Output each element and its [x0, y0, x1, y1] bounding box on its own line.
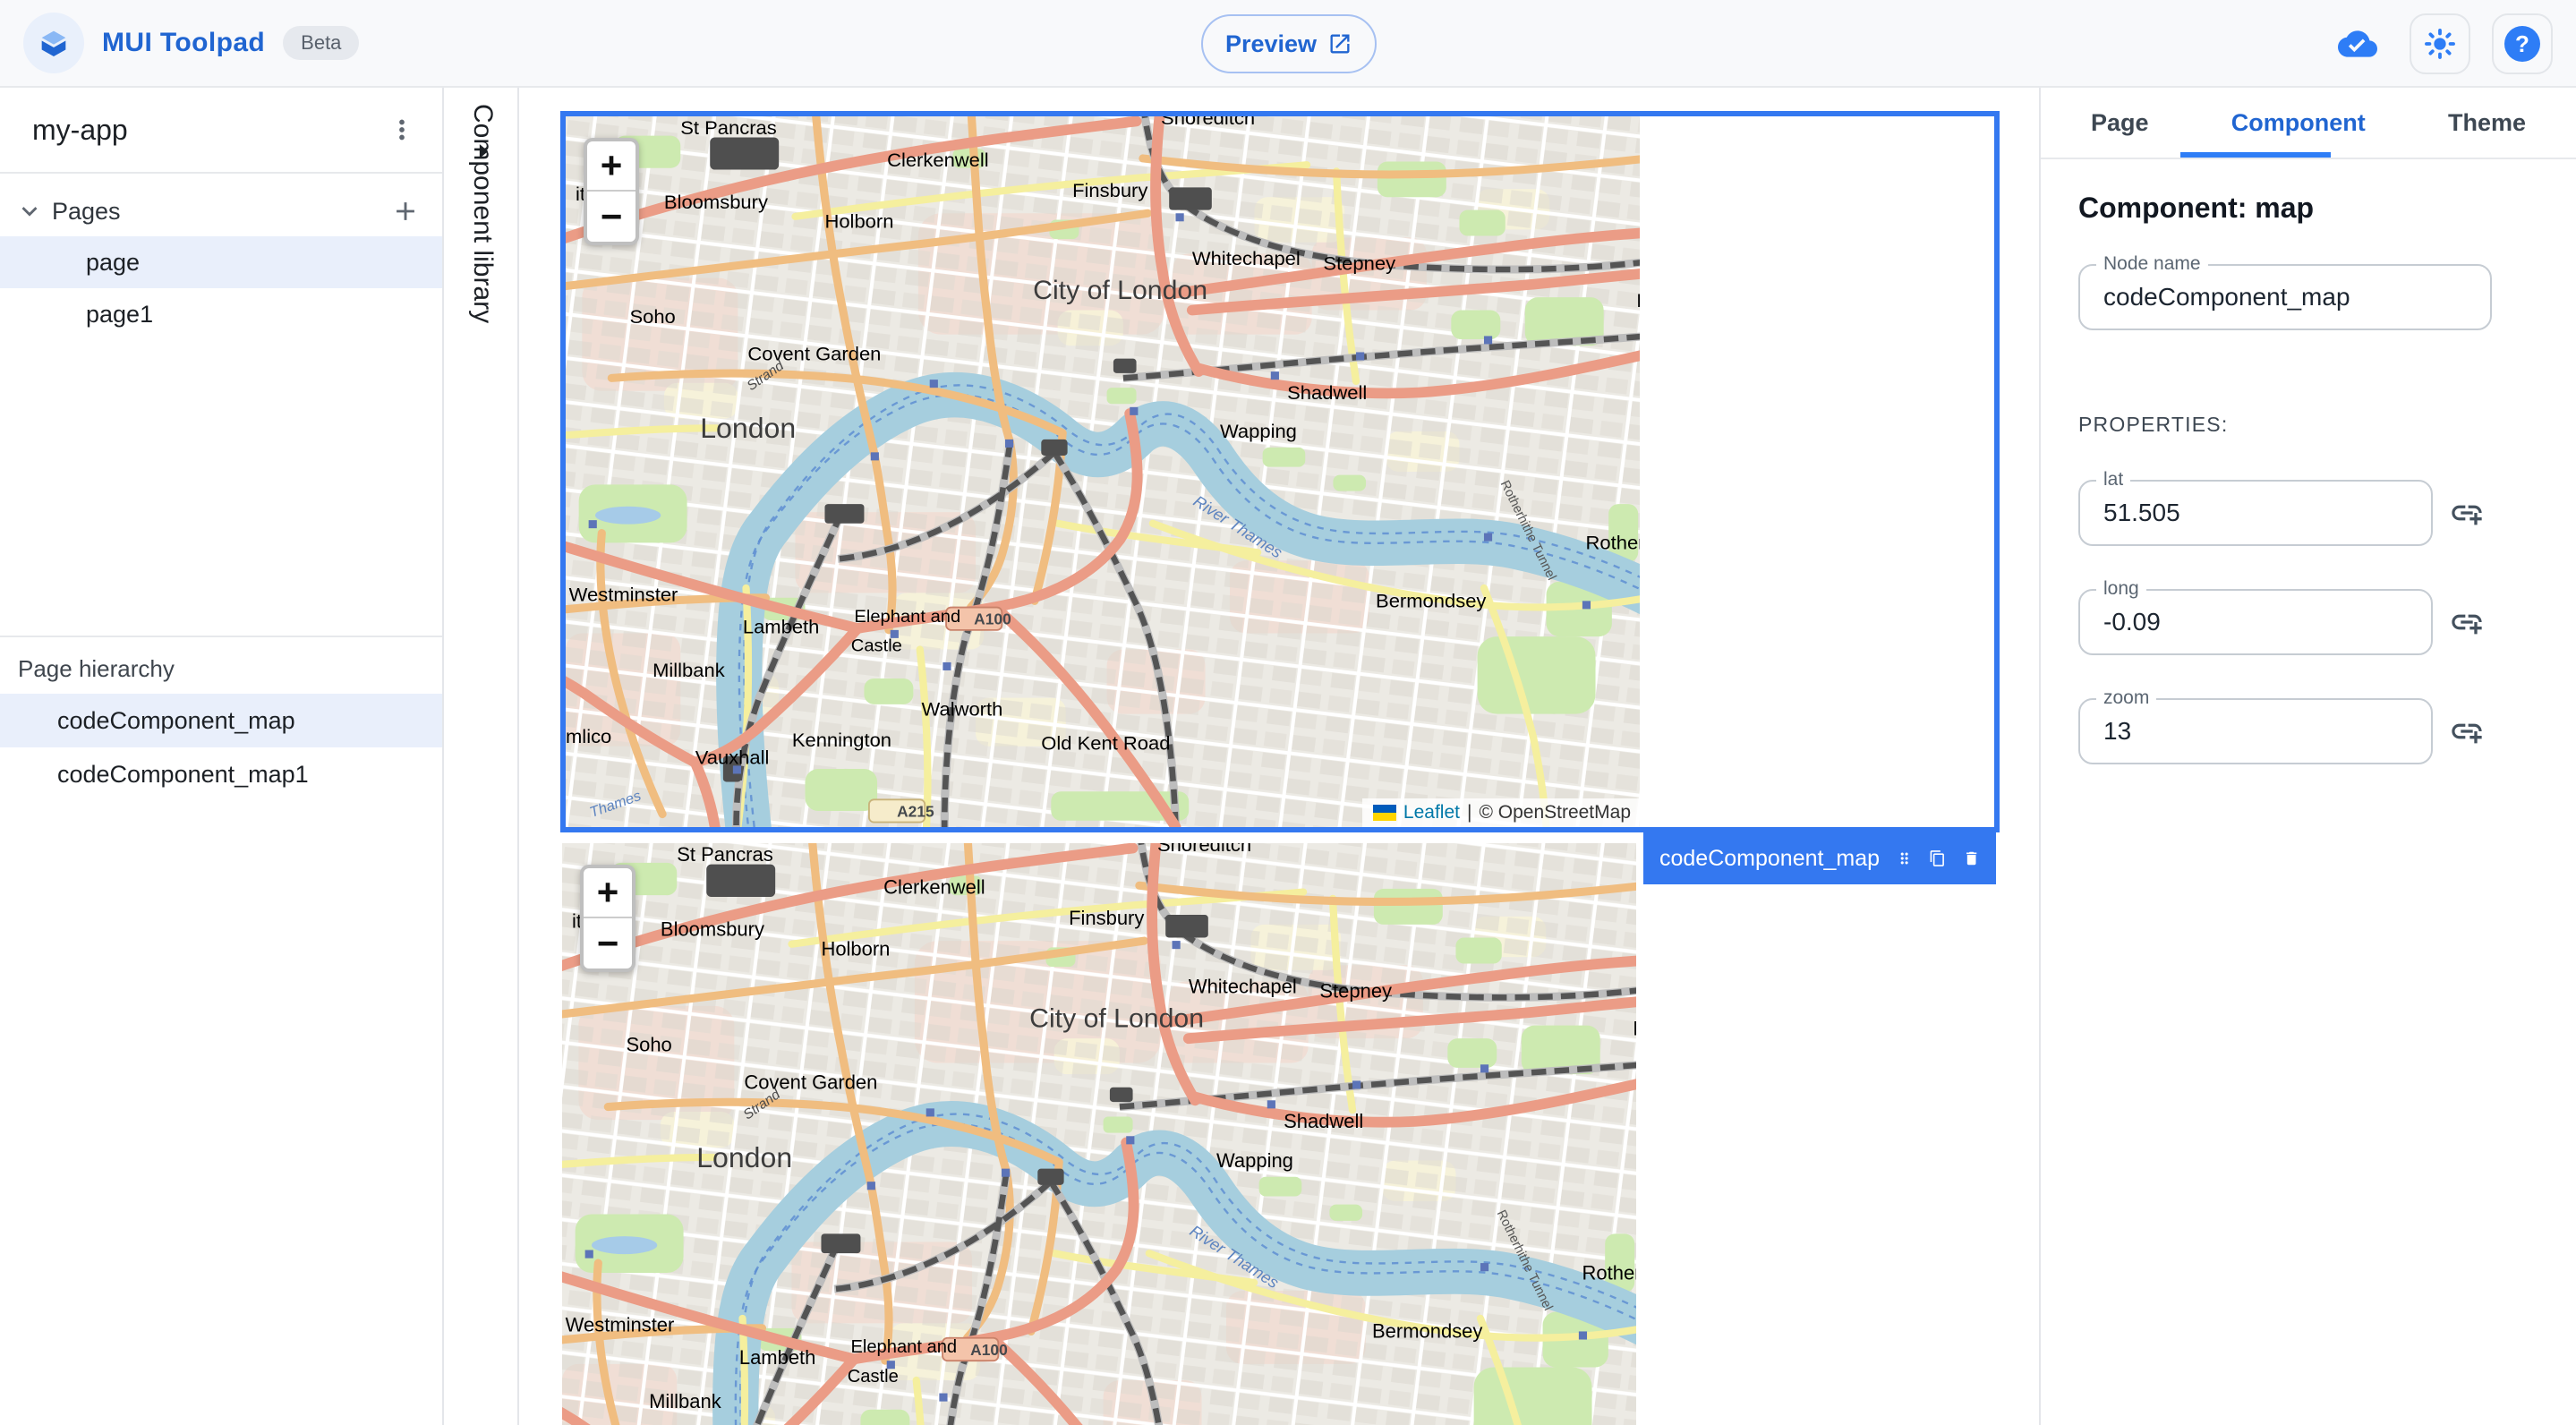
selection-toolbar: codeComponent_map	[1643, 832, 1996, 884]
map-attribution: Leaflet | © OpenStreetMap	[1361, 798, 1640, 827]
long-value[interactable]: -0.09	[2080, 591, 2431, 653]
hierarchy-item-label: codeComponent_map1	[57, 760, 309, 788]
open-in-new-icon	[1330, 34, 1350, 54]
duplicate-icon[interactable]	[1929, 845, 1946, 872]
leaflet-link[interactable]: Leaflet	[1403, 802, 1460, 823]
preview-button[interactable]: Preview	[1201, 14, 1377, 73]
beta-badge: Beta	[283, 26, 360, 60]
inspector-panel: Page Component Theme Component: map Node…	[2039, 88, 2576, 1425]
map-zoom-control: + −	[584, 138, 639, 245]
node-name-value[interactable]: codeComponent_map	[2080, 266, 2490, 329]
zoom-out-button[interactable]: −	[587, 192, 635, 242]
sync-status-button[interactable]	[2327, 13, 2388, 74]
london-map-tiles[interactable]	[562, 843, 1636, 1425]
selected-node-label: codeComponent_map	[1659, 845, 1880, 871]
map-component-selected[interactable]: + − Leaflet | © OpenStreetMap	[560, 111, 2000, 832]
attribution-separator: |	[1466, 802, 1472, 823]
hierarchy-item-codecomponent-map1[interactable]: codeComponent_map1	[0, 747, 442, 801]
add-page-icon[interactable]	[390, 196, 421, 226]
zoom-value[interactable]: 13	[2080, 700, 2431, 763]
app-name: my-app	[32, 113, 128, 146]
map-zoom-control: + −	[580, 865, 635, 972]
ukraine-flag-icon	[1372, 805, 1396, 821]
hierarchy-item-label: codeComponent_map	[57, 706, 295, 734]
long-field[interactable]: long -0.09	[2078, 578, 2433, 655]
preview-button-label: Preview	[1224, 30, 1318, 57]
lat-value[interactable]: 51.505	[2080, 482, 2431, 544]
properties-label: PROPERTIES:	[2078, 413, 2229, 436]
london-map-tiles[interactable]	[566, 116, 1640, 827]
mui-logo-icon	[23, 13, 84, 73]
osm-link[interactable]: © OpenStreetMap	[1479, 802, 1631, 823]
add-binding-icon[interactable]	[2449, 495, 2485, 531]
cloud-done-icon	[2338, 30, 2377, 57]
drag-handle-icon[interactable]	[1896, 845, 1913, 872]
page-canvas[interactable]: + − Leaflet | © OpenStreetMap codeCompon…	[519, 88, 2039, 1425]
delete-icon[interactable]	[1963, 845, 1980, 872]
pages-section-header[interactable]: Pages	[0, 186, 442, 236]
active-tab-indicator	[2180, 152, 2331, 158]
app-title: MUI Toolpad	[102, 28, 266, 57]
theme-toggle-button[interactable]	[2410, 13, 2470, 74]
sidebar-item-label: page1	[86, 300, 154, 328]
lat-field[interactable]: lat 51.505	[2078, 469, 2433, 546]
map-component-2[interactable]: + −	[562, 843, 1636, 1425]
sidebar-item-page[interactable]: page	[0, 236, 442, 288]
long-label: long	[2096, 578, 2146, 600]
leaflet-map[interactable]: + − Leaflet | © OpenStreetMap	[566, 116, 1640, 827]
sidebar-item-page1[interactable]: page1	[0, 288, 442, 340]
tab-component[interactable]: Component	[2231, 87, 2366, 158]
pages-section-label: Pages	[52, 197, 121, 225]
light-mode-icon	[2425, 29, 2455, 59]
more-options-icon[interactable]	[387, 115, 417, 145]
help-button[interactable]: ?	[2492, 13, 2553, 74]
zoom-label: zoom	[2096, 687, 2157, 709]
node-name-field[interactable]: Node name codeComponent_map	[2078, 253, 2492, 330]
zoom-in-button[interactable]: +	[587, 141, 635, 192]
app-header: MUI Toolpad Beta Preview ?	[0, 0, 2576, 88]
add-binding-icon[interactable]	[2449, 604, 2485, 640]
help-icon: ?	[2504, 26, 2540, 62]
sidebar-item-label: page	[86, 248, 141, 276]
add-binding-icon[interactable]	[2449, 713, 2485, 749]
tab-page[interactable]: Page	[2091, 87, 2149, 158]
hierarchy-item-codecomponent-map[interactable]: codeComponent_map	[0, 694, 442, 747]
explorer-sidebar: my-app Pages page page1 Page hierarchy c…	[0, 88, 444, 1425]
inspector-tabs: Page Component Theme	[2041, 88, 2576, 159]
zoom-field[interactable]: zoom 13	[2078, 687, 2433, 764]
node-name-label: Node name	[2096, 253, 2208, 275]
zoom-in-button[interactable]: +	[584, 868, 632, 918]
page-hierarchy-label: Page hierarchy	[18, 655, 175, 682]
component-library-label: Component library	[468, 104, 498, 324]
chevron-down-icon	[21, 207, 38, 217]
component-heading: Component: map	[2078, 192, 2315, 224]
zoom-out-button[interactable]: −	[584, 918, 632, 968]
lat-label: lat	[2096, 469, 2131, 491]
tab-theme[interactable]: Theme	[2448, 87, 2526, 158]
